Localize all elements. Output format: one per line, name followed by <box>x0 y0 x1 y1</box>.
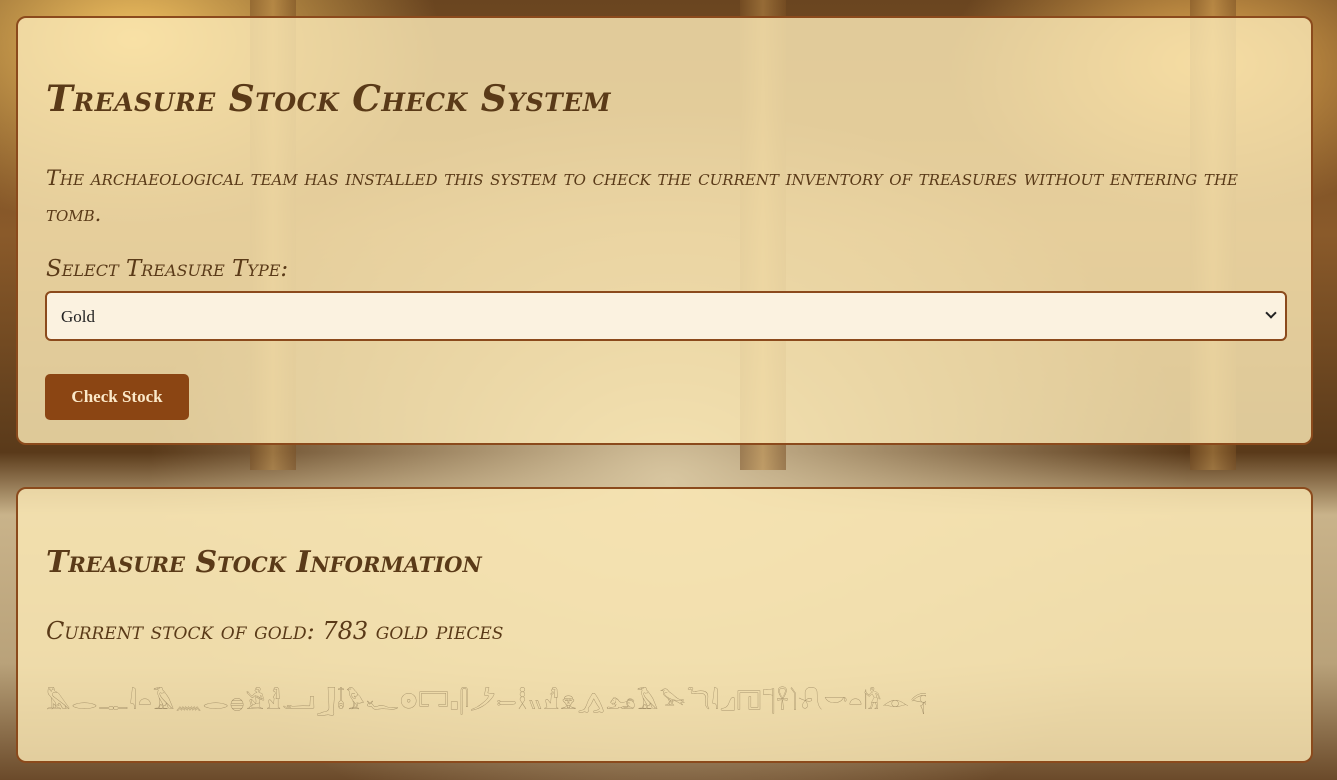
stock-result-text: Current stock of gold: 783 gold pieces <box>46 617 504 645</box>
treasure-type-select[interactable]: Gold <box>45 291 1287 341</box>
treasure-type-label: Select Treasure Type: <box>46 256 289 282</box>
hieroglyph-decoration: 𓅓𓂋𓊃𓇋𓏏𓄿𓈖𓂋𓐍𓀀𓁐𓂝𓃀𓄤𓅱𓆑𓇳𓉐𓊪𓋴𓌳𓍿𓎛𓏭𓀭𓁷𓂻𓃭𓄿𓅨𓆓𓇋𓈎𓉔𓊹𓋹𓌙𓍯𓎡𓏏… <box>46 690 926 715</box>
check-stock-button[interactable]: Check Stock <box>45 374 189 420</box>
selected-treasure-type: Gold <box>61 307 95 326</box>
stock-info-panel: Treasure Stock Information Current stock… <box>16 487 1313 763</box>
system-description: The archaeological team has installed th… <box>46 166 1238 226</box>
chevron-down-icon <box>1265 307 1277 319</box>
stock-check-panel: Treasure Stock Check System The archaeol… <box>16 16 1313 445</box>
stock-info-title: Treasure Stock Information <box>46 545 482 580</box>
page-title: Treasure Stock Check System <box>46 78 611 120</box>
